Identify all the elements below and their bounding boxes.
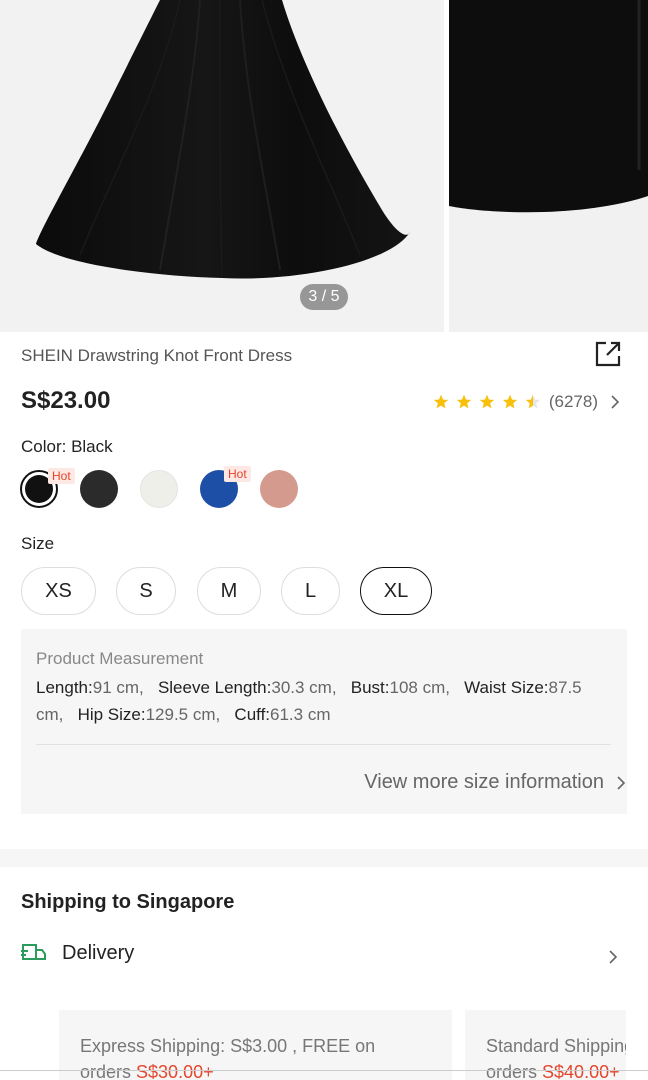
divider — [36, 744, 611, 745]
measure-value: 61.3 cm — [270, 705, 331, 724]
shipping-option-subtext: orders S$30.00+ — [80, 1062, 214, 1080]
size-option-m[interactable]: M — [197, 567, 261, 615]
shipping-threshold: S$40.00+ — [542, 1062, 620, 1080]
color-swatch-pink[interactable] — [260, 470, 298, 508]
size-option-xs[interactable]: XS — [21, 567, 96, 615]
chevron-right-icon — [611, 395, 620, 409]
rating-summary[interactable]: (6278) — [433, 390, 620, 414]
measure-value: 129.5 cm, — [145, 705, 221, 724]
measure-value: 30.3 cm, — [271, 678, 337, 697]
color-swatch-blue[interactable]: Hot — [200, 466, 251, 508]
measurement-title: Product Measurement — [36, 649, 204, 668]
color-swatch-black-selected[interactable]: Hot — [20, 468, 75, 508]
product-title: SHEIN Drawstring Knot Front Dress — [21, 346, 293, 365]
star-full-icon — [479, 394, 495, 409]
shipping-option-text: Express Shipping: S$3.00 , FREE on — [80, 1036, 376, 1056]
shipping-option-prefix: orders — [80, 1062, 137, 1080]
dress-closeup-image — [449, 0, 648, 213]
measure-name: Sleeve Length: — [157, 678, 272, 697]
shipping-title: Shipping to Singapore — [21, 891, 235, 913]
star-half-icon — [525, 394, 541, 409]
measure-name: Hip Size: — [77, 705, 146, 724]
measure-name: Bust: — [350, 678, 390, 697]
shipping-option-text: Standard Shipping — [486, 1036, 626, 1056]
measure-name: Cuff: — [234, 705, 271, 724]
star-full-icon — [502, 394, 518, 409]
section-separator — [0, 849, 648, 867]
divider — [0, 1070, 648, 1071]
hot-badge: Hot — [48, 468, 75, 484]
rating-count: (6278) — [548, 392, 598, 411]
size-option-l[interactable]: L — [281, 567, 340, 615]
chevron-right-icon[interactable] — [608, 949, 618, 965]
color-swatch-white[interactable] — [140, 470, 178, 508]
size-option-xl-selected[interactable]: XL — [360, 567, 432, 615]
product-price: S$23.00 — [21, 387, 111, 414]
measure-name: Length: — [36, 678, 93, 697]
chevron-right-icon — [617, 775, 626, 790]
product-image-next[interactable] — [449, 0, 648, 332]
hot-badge: Hot — [224, 466, 251, 482]
size-option-s[interactable]: S — [116, 567, 176, 615]
star-full-icon — [433, 394, 449, 409]
size-label: Size — [21, 534, 55, 553]
star-full-icon — [456, 394, 472, 409]
measure-name: Waist Size: — [464, 678, 549, 697]
shipping-option-prefix: orders — [486, 1062, 543, 1080]
view-more-size-link[interactable]: View more size information — [364, 771, 626, 794]
color-swatch-black[interactable] — [80, 470, 118, 508]
view-more-size-label: View more size information — [364, 771, 604, 793]
shipping-threshold: S$30.00+ — [136, 1062, 214, 1080]
shipping-option-subtext: orders S$40.00+ — [486, 1062, 620, 1080]
product-image-current[interactable]: 3 / 5 — [0, 0, 444, 332]
dress-skirt-image — [36, 0, 410, 279]
product-image-gallery[interactable]: 3 / 5 — [0, 0, 648, 332]
measure-value: 91 cm, — [92, 678, 144, 697]
measure-value: 108 cm, — [389, 678, 450, 697]
delivery-label[interactable]: Delivery — [62, 942, 134, 965]
share-icon[interactable] — [594, 340, 622, 368]
measurement-details: Length:91 cm, Sleeve Length:30.3 cm, Bus… — [36, 674, 611, 728]
delivery-truck-icon — [21, 944, 46, 960]
color-label: Color: Black — [21, 437, 113, 456]
image-counter: 3 / 5 — [300, 284, 348, 310]
